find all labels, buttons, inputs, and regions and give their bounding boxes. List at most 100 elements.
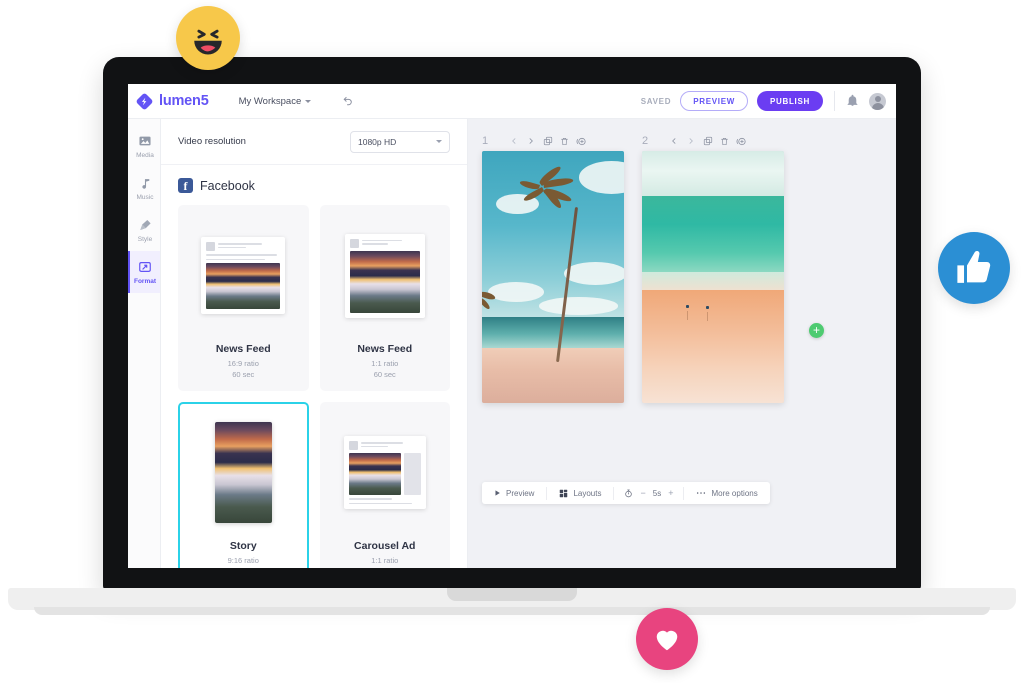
template-ratio: 1:1 ratio bbox=[371, 358, 399, 368]
template-name: News Feed bbox=[215, 342, 271, 355]
video-resolution-select[interactable]: 1080p HD bbox=[350, 130, 450, 153]
template-meta: 16:9 ratio 60 sec bbox=[228, 358, 259, 381]
scene-item: 2 bbox=[642, 131, 784, 403]
sidebar-item-label: Format bbox=[133, 277, 157, 285]
notifications-button[interactable] bbox=[846, 94, 860, 108]
like-reaction-badge bbox=[938, 232, 1010, 304]
preview-scene-button[interactable]: Preview bbox=[482, 482, 546, 504]
chevron-right-icon bbox=[529, 138, 533, 144]
screenshot-stage: lumen5 My Workspace SAVED PREVIEW PUBLIS… bbox=[0, 0, 1024, 683]
post-mock bbox=[201, 237, 286, 315]
preview-button[interactable]: PREVIEW bbox=[680, 91, 748, 111]
facebook-icon: f bbox=[178, 178, 193, 193]
brand-logo[interactable]: lumen5 bbox=[136, 93, 209, 110]
more-options-button[interactable]: More options bbox=[684, 482, 769, 504]
duration-stepper: − 5s + bbox=[614, 488, 683, 498]
music-note-icon bbox=[138, 176, 153, 191]
love-reaction-badge bbox=[636, 608, 698, 670]
duration-decrease-button[interactable]: − bbox=[640, 488, 645, 498]
template-meta: 9:16 ratio 20 sec bbox=[228, 555, 259, 568]
template-duration: 60 sec bbox=[373, 370, 396, 380]
template-card-news-feed-16-9[interactable]: News Feed 16:9 ratio 60 sec bbox=[178, 205, 309, 391]
lumen5-logo-icon bbox=[136, 93, 153, 109]
palette-icon bbox=[138, 218, 153, 233]
scene-delete-button[interactable] bbox=[559, 136, 570, 147]
topbar-actions: SAVED PREVIEW PUBLISH bbox=[641, 91, 886, 111]
template-list: f Facebook News Feed 16:9 ratio 60 sec N… bbox=[161, 165, 467, 568]
post-mock bbox=[343, 436, 426, 510]
sidebar-item-format[interactable]: Format bbox=[128, 251, 160, 293]
saved-status: SAVED bbox=[640, 96, 672, 106]
facebook-section-title: Facebook bbox=[200, 178, 255, 193]
template-card-story[interactable]: Story 9:16 ratio 20 sec bbox=[178, 402, 309, 568]
scene-next-button[interactable] bbox=[685, 136, 696, 147]
sidebar-item-label: Style bbox=[137, 235, 153, 243]
add-scene-circle-icon bbox=[576, 137, 586, 145]
trash-icon bbox=[561, 137, 568, 145]
scene-add-button[interactable] bbox=[576, 136, 587, 147]
haha-reaction-badge bbox=[176, 6, 240, 70]
thumbs-up-icon bbox=[957, 250, 991, 283]
template-meta: 1:1 ratio 60 sec bbox=[371, 358, 398, 381]
chevron-left-icon bbox=[671, 138, 675, 144]
add-scene-circle-icon bbox=[736, 137, 746, 145]
brand-name: lumen5 bbox=[159, 93, 209, 109]
divider bbox=[834, 91, 835, 111]
chevron-right-icon bbox=[689, 138, 693, 144]
scene-duplicate-button[interactable] bbox=[702, 136, 713, 147]
scene-delete-button[interactable] bbox=[719, 136, 730, 147]
template-grid: News Feed 16:9 ratio 60 sec News Feed 1:… bbox=[178, 205, 450, 568]
post-mock bbox=[344, 233, 425, 318]
template-card-news-feed-1-1[interactable]: News Feed 1:1 ratio 60 sec bbox=[319, 205, 450, 391]
app-topbar: lumen5 My Workspace SAVED PREVIEW PUBLIS… bbox=[128, 84, 896, 119]
template-thumbnail bbox=[330, 215, 441, 337]
chevron-down-icon bbox=[436, 140, 442, 143]
scene-thumbnail-2[interactable] bbox=[642, 151, 784, 403]
scene-number: 1 bbox=[482, 135, 489, 147]
video-resolution-label: Video resolution bbox=[178, 136, 246, 147]
facebook-section-header: f Facebook bbox=[178, 178, 450, 193]
scene-prev-button[interactable] bbox=[508, 136, 519, 147]
undo-icon bbox=[343, 96, 352, 105]
scene-list: 1 2 bbox=[468, 119, 896, 403]
scene-toolbar: 2 bbox=[642, 131, 784, 151]
scene-add-button[interactable] bbox=[736, 136, 747, 147]
more-options-label: More options bbox=[711, 488, 758, 498]
duplicate-icon bbox=[543, 136, 552, 146]
scene-canvas: 1 2 + Preview Layouts − 5s + More option… bbox=[468, 119, 896, 568]
sidebar-item-music[interactable]: Music bbox=[128, 167, 160, 209]
video-resolution-value: 1080p HD bbox=[358, 136, 397, 147]
scene-options-toolbar: Preview Layouts − 5s + More options bbox=[482, 482, 770, 504]
scene-item: 1 bbox=[482, 131, 624, 403]
haha-emoji-icon bbox=[194, 29, 222, 55]
sidebar-item-label: Media bbox=[136, 151, 154, 159]
scene-toolbar: 1 bbox=[482, 131, 624, 151]
template-duration: 20 sec bbox=[228, 566, 259, 568]
trash-icon bbox=[721, 137, 728, 145]
layouts-button[interactable]: Layouts bbox=[547, 482, 613, 504]
sidebar-item-style[interactable]: Style bbox=[128, 209, 160, 251]
laptop-base-shadow bbox=[34, 607, 990, 615]
grid-icon bbox=[560, 489, 568, 497]
scene-prev-button[interactable] bbox=[668, 136, 679, 147]
scene-duplicate-button[interactable] bbox=[542, 136, 553, 147]
scene-thumbnail-1[interactable] bbox=[482, 151, 624, 403]
duration-increase-button[interactable]: + bbox=[668, 488, 673, 498]
add-scene-button[interactable]: + bbox=[809, 323, 824, 338]
template-thumbnail bbox=[188, 412, 299, 534]
template-name: Story bbox=[229, 539, 257, 552]
template-meta: 1:1 ratio 30 sec bbox=[371, 555, 398, 568]
undo-button[interactable] bbox=[339, 93, 355, 109]
scene-next-button[interactable] bbox=[525, 136, 536, 147]
template-card-carousel-ad[interactable]: Carousel Ad 1:1 ratio 30 sec bbox=[319, 402, 450, 568]
workspace-selector[interactable]: My Workspace bbox=[239, 96, 312, 107]
template-ratio: 9:16 ratio bbox=[227, 555, 259, 565]
template-ratio: 1:1 ratio bbox=[371, 555, 399, 565]
publish-button[interactable]: PUBLISH bbox=[756, 91, 823, 111]
layouts-label: Layouts bbox=[573, 488, 602, 498]
sidebar-item-media[interactable]: Media bbox=[128, 125, 160, 167]
app-screen: lumen5 My Workspace SAVED PREVIEW PUBLIS… bbox=[128, 84, 896, 568]
template-ratio: 16:9 ratio bbox=[227, 358, 259, 368]
avatar[interactable] bbox=[869, 92, 886, 110]
format-panel: Video resolution 1080p HD f Facebook New… bbox=[161, 119, 468, 568]
